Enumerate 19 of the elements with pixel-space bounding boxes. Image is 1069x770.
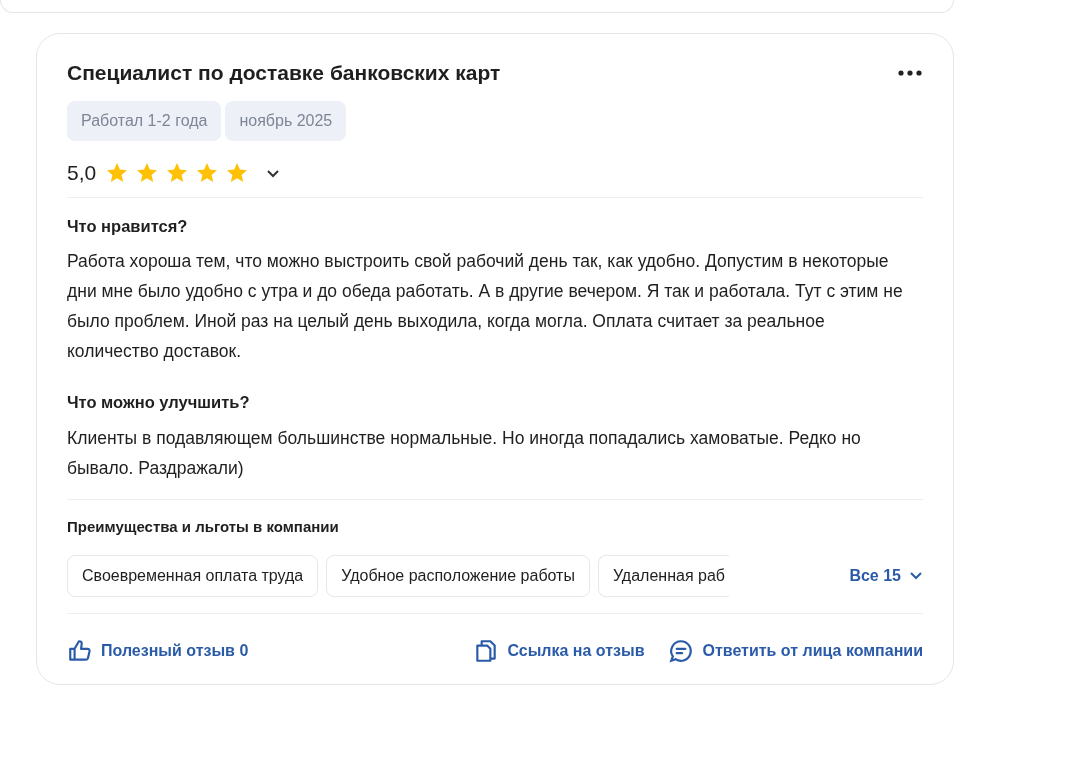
benefit-tag: Своевременная оплата труда [67,554,319,597]
section-heading: Что нравится? [67,215,189,237]
benefit-tag: Удобное расположение работы [326,554,590,597]
show-all-button[interactable]: Все 15 [849,563,923,588]
action-link[interactable]: Полезный отзыв 0 [67,637,249,664]
tag: Работал 1-2 года [67,101,222,142]
review-text: Работа хороша тем, что можно выстроить свой рабочий день так, как удобно. Допустим в некоторые дни мне было удобно с утра и до обеда работать. А в другие вечером. Я так и работала. Тут с этим не было проблем. Иной раз на целый день выходила, когда могла. Оплата считает за реальное количество доставок. [67,250,904,364]
tag: ноябрь 2025 [225,101,347,142]
rating-value: 5,0 [67,160,97,187]
action-link[interactable]: Ссылка на отзыв [473,637,645,664]
action-link[interactable]: Ответить от лица компании [668,637,923,664]
section-heading: Что можно улучшить? [67,392,251,414]
benefit-tag: Удаленная раб [597,554,729,597]
chat-bubble-icon [668,637,695,664]
chevron-icon [909,570,923,581]
thumbs-up-icon [67,637,93,664]
review-title: Специалист по доставке банковских карт [67,60,501,86]
benefits-heading: Преимущества и льготы в компании [67,517,340,538]
review-text: Клиенты в подавляющем большинстве нормальные. Но иногда попадались хамоватые. Редко но бывало. Раздражали) [67,427,862,481]
